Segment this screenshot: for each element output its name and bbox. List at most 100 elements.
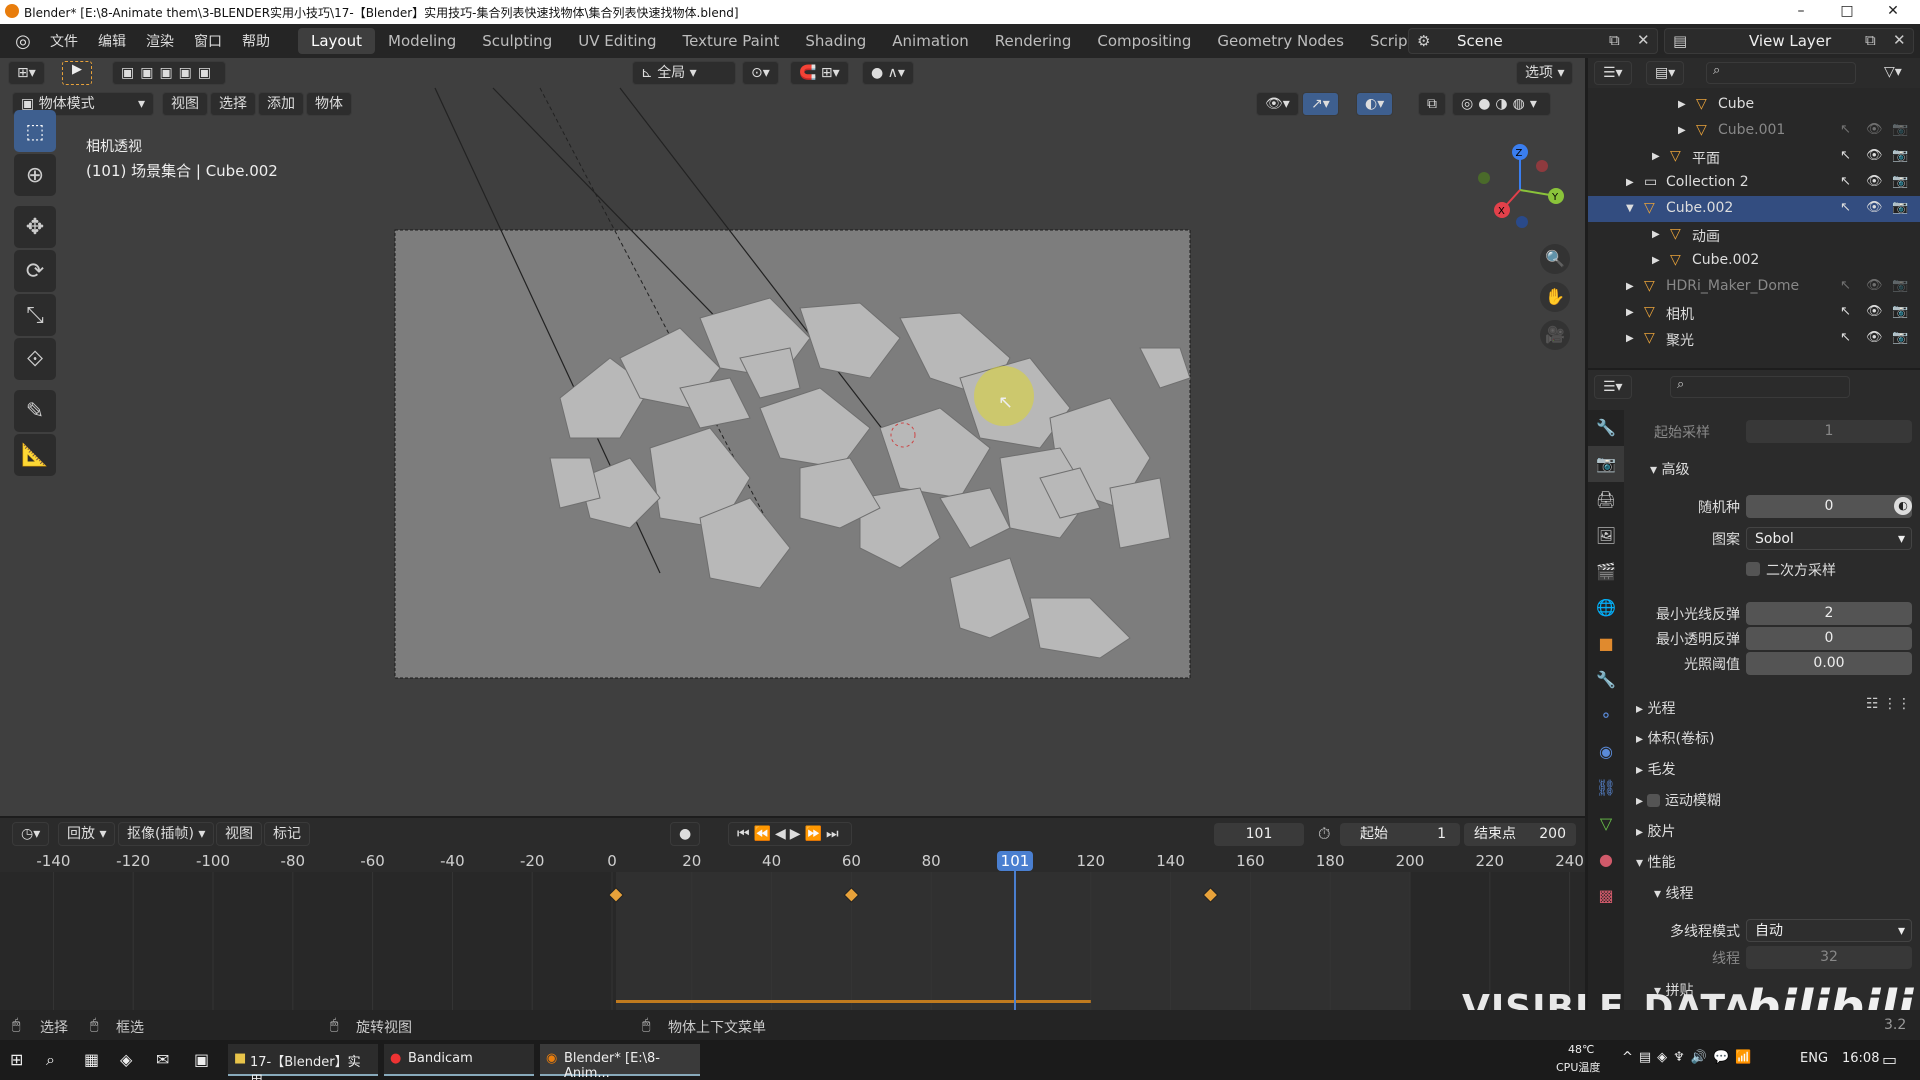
new-scene-icon[interactable]: ⧉ xyxy=(1609,31,1620,49)
preview-range-icon[interactable]: ⏱ xyxy=(1318,824,1330,844)
visibility-icon[interactable]: 👁▾ xyxy=(1256,92,1299,116)
tab-modeling[interactable]: Modeling xyxy=(375,28,469,54)
mail-icon[interactable]: ✉ xyxy=(156,1050,169,1069)
menu-help[interactable]: 帮助 xyxy=(232,31,280,51)
filter-icon[interactable]: ▽▾ xyxy=(1876,61,1910,85)
zoom-icon[interactable]: 🔍 xyxy=(1540,244,1570,274)
eye-icon[interactable]: 👁 xyxy=(1866,330,1883,345)
xray-icon[interactable]: ⧉ xyxy=(1418,92,1446,116)
menu-file[interactable]: 文件 xyxy=(40,31,88,51)
new-view-layer-icon[interactable]: ⧉ xyxy=(1865,31,1876,49)
navigation-gizmo[interactable]: Z Y X xyxy=(1470,140,1570,240)
texture-tab-icon[interactable]: ▩ xyxy=(1588,878,1624,914)
properties-editor-icon[interactable]: ☰▾ xyxy=(1594,375,1632,399)
current-frame-field[interactable]: 101 xyxy=(1214,823,1304,846)
playback-controls[interactable]: ⏮⏪◀▶⏩⏭ xyxy=(728,822,852,846)
menu-playback[interactable]: 回放 ▾ xyxy=(58,822,116,846)
camera-icon[interactable]: 📷 xyxy=(1892,304,1908,319)
tool-tab-icon[interactable]: 🔧 xyxy=(1588,410,1624,446)
menu-view[interactable]: 视图 xyxy=(162,92,208,116)
start-frame-field[interactable]: 起始 1 xyxy=(1340,823,1460,846)
select-icon[interactable]: ↖ xyxy=(1840,174,1851,189)
tab-geometry-nodes[interactable]: Geometry Nodes xyxy=(1204,28,1357,54)
end-frame-field[interactable]: 结束点 200 xyxy=(1464,823,1576,846)
tab-sculpting[interactable]: Sculpting xyxy=(469,28,565,54)
expand-arrow-icon[interactable]: ▶ xyxy=(1626,177,1634,188)
expand-arrow-icon[interactable]: ▶ xyxy=(1678,125,1686,136)
menu-keying[interactable]: 抠像(插帧) ▾ xyxy=(118,822,215,846)
outliner-item[interactable]: ▶ ▽ 相机 ↖ 👁 📷 xyxy=(1588,300,1920,326)
tab-uv-editing[interactable]: UV Editing xyxy=(565,28,669,54)
min-bounces-field[interactable]: 2 xyxy=(1746,602,1912,625)
gizmo-icon[interactable]: ↗▾ xyxy=(1302,92,1339,116)
outliner-item[interactable]: ▶ ▽ 动画 xyxy=(1588,222,1920,248)
language-indicator[interactable]: ENG xyxy=(1800,1051,1828,1066)
menu-select[interactable]: 选择 xyxy=(210,92,256,116)
panel-performance[interactable]: ▾ 性能 xyxy=(1636,852,1675,872)
panel-film[interactable]: ▸ 胶片 xyxy=(1636,821,1675,841)
view-layer-tab-icon[interactable]: 🖼 xyxy=(1588,518,1624,554)
outliner-editor-icon[interactable]: ☰▾ xyxy=(1594,61,1632,85)
select-icon[interactable]: ↖ xyxy=(1840,330,1851,345)
tab-texture-paint[interactable]: Texture Paint xyxy=(670,28,793,54)
select-icon[interactable]: ↖ xyxy=(1840,122,1851,137)
pivot-point-icon[interactable]: ⊙▾ xyxy=(742,61,779,85)
camera-icon[interactable]: 📷 xyxy=(1892,278,1908,293)
outliner-item[interactable]: ▼ ▽ Cube.002 ↖ 👁 📷 xyxy=(1588,196,1920,222)
pattern-dropdown[interactable]: Sobol ▾ xyxy=(1746,527,1912,550)
constraints-tab-icon[interactable]: ⛓ xyxy=(1588,770,1624,806)
select-icon[interactable]: ↖ xyxy=(1840,278,1851,293)
expand-arrow-icon[interactable]: ▶ xyxy=(1652,151,1660,162)
panel-threads[interactable]: ▾ 线程 xyxy=(1654,883,1693,903)
outliner-item[interactable]: ▶ ▽ Cube xyxy=(1588,92,1920,118)
panel-light-paths[interactable]: ▸ 光程 xyxy=(1636,698,1675,718)
search-icon[interactable]: ⌕ xyxy=(46,1050,55,1070)
taskbar-app-folder[interactable]: ■ 17-【Blender】实用... xyxy=(228,1044,378,1080)
tab-shading[interactable]: Shading xyxy=(792,28,879,54)
display-mode-icon[interactable]: ▤▾ xyxy=(1646,61,1685,85)
remove-scene-icon[interactable]: ✕ xyxy=(1637,31,1650,49)
transform-orientation-dropdown[interactable]: ⊾ 全局 ▾ xyxy=(632,61,736,85)
presets-icon[interactable]: ☷ ⋮⋮ xyxy=(1866,696,1911,712)
measure-tool-icon[interactable]: 📐 xyxy=(14,434,56,476)
threads-count-field[interactable]: 32 xyxy=(1746,946,1912,969)
timeline-editor[interactable]: ◷▾ 回放 ▾ 抠像(插帧) ▾ 视图 标记 ● ⏮⏪◀▶⏩⏭ 101 ⏱ 起始… xyxy=(0,818,1585,1010)
material-tab-icon[interactable]: ● xyxy=(1588,842,1624,878)
cursor-tool-icon[interactable]: ⊕ xyxy=(14,154,56,196)
menu-render[interactable]: 渲染 xyxy=(136,31,184,51)
select-icon[interactable]: ↖ xyxy=(1840,148,1851,163)
expand-arrow-icon[interactable]: ▶ xyxy=(1652,229,1660,240)
view-layer-selector[interactable]: ▤ View Layer ⧉ ✕ xyxy=(1664,28,1914,54)
tray-icons[interactable]: ^▤◈♆🔊💬📶 xyxy=(1622,1050,1757,1065)
eye-icon[interactable]: 👁 xyxy=(1866,200,1883,215)
menu-marker[interactable]: 标记 xyxy=(264,822,310,846)
data-tab-icon[interactable]: ▽ xyxy=(1588,806,1624,842)
outliner-search-input[interactable]: ⌕ xyxy=(1706,62,1856,84)
remove-view-layer-icon[interactable]: ✕ xyxy=(1893,31,1906,49)
seed-field[interactable]: 0 xyxy=(1746,495,1912,518)
expand-arrow-icon[interactable]: ▶ xyxy=(1626,307,1634,318)
menu-timeline-view[interactable]: 视图 xyxy=(216,822,262,846)
overlay-icon[interactable]: ◐▾ xyxy=(1356,92,1394,116)
options-label[interactable]: 选项 xyxy=(1525,65,1553,81)
panel-motion-blur[interactable]: ▸ 运动模糊 xyxy=(1636,790,1721,810)
camera-icon[interactable]: 📷 xyxy=(1892,148,1908,163)
eye-icon[interactable]: 👁 xyxy=(1866,174,1883,189)
camera-view-icon[interactable]: 🎥 xyxy=(1540,320,1570,350)
record-icon[interactable]: ● xyxy=(670,822,701,846)
tab-rendering[interactable]: Rendering xyxy=(982,28,1085,54)
pan-hand-icon[interactable]: ✋ xyxy=(1540,282,1570,312)
select-icon[interactable]: ↖ xyxy=(1840,200,1851,215)
camera-icon[interactable]: 📷 xyxy=(1892,330,1908,345)
tab-layout[interactable]: Layout xyxy=(298,28,375,54)
app2-icon[interactable]: ▣ xyxy=(194,1050,209,1069)
advanced-panel-header[interactable]: ▾ 高级 xyxy=(1650,459,1689,479)
minimize-button[interactable]: – xyxy=(1778,0,1824,24)
calculator-icon[interactable]: ▦ xyxy=(84,1050,99,1069)
modifier-tab-icon[interactable]: 🔧 xyxy=(1588,662,1624,698)
editor-type-button[interactable]: ⊞▾ xyxy=(8,61,45,85)
menu-add[interactable]: 添加 xyxy=(258,92,304,116)
outliner-item[interactable]: ▶ ▽ 聚光 ↖ 👁 📷 xyxy=(1588,326,1920,352)
output-tab-icon[interactable]: 🖨 xyxy=(1588,482,1624,518)
menu-window[interactable]: 窗口 xyxy=(184,31,232,51)
